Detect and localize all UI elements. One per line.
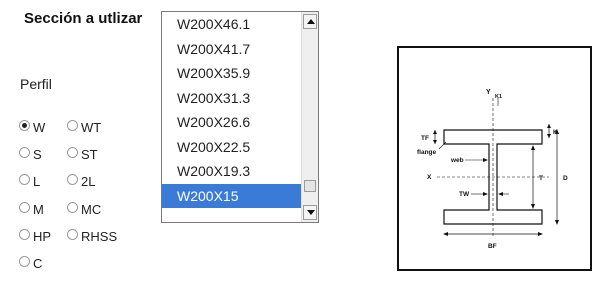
radio-l[interactable]: L	[19, 172, 41, 189]
radio-circle-icon[interactable]	[19, 256, 30, 267]
radio-label: ST	[81, 147, 98, 162]
radio-label: M	[33, 202, 44, 217]
radio-circle-icon[interactable]	[67, 202, 78, 213]
y-label: Y	[486, 89, 491, 96]
radio-wt[interactable]: WT	[67, 118, 102, 135]
scroll-thumb[interactable]	[304, 180, 316, 192]
arrow-down-icon	[307, 210, 315, 215]
radio-mc[interactable]: MC	[67, 200, 102, 217]
radio-2l[interactable]: 2L	[67, 172, 96, 189]
x-label: X	[427, 174, 432, 181]
web-label: web	[450, 157, 464, 164]
bf-label: BF	[488, 243, 497, 250]
section-list-item[interactable]: W200X35.9	[162, 61, 301, 86]
radio-label: 2L	[81, 174, 96, 189]
section-list-item[interactable]: W200X26.6	[162, 110, 301, 135]
radio-label: WT	[81, 120, 102, 135]
radio-circle-icon[interactable]	[67, 147, 78, 158]
section-list-item[interactable]: W200X22.5	[162, 135, 301, 160]
section-list-items: W200X46.1 W200X41.7 W200X35.9 W200X31.3 W200…	[162, 12, 301, 208]
k-label: K	[553, 129, 558, 136]
arrow-up-icon	[307, 19, 315, 24]
radio-label: C	[33, 256, 43, 271]
section-list-item[interactable]: W200X31.3	[162, 86, 301, 111]
radio-label: W	[33, 120, 46, 135]
radio-circle-icon[interactable]	[67, 174, 78, 185]
scroll-down-button[interactable]	[303, 205, 317, 220]
radio-label: HP	[33, 229, 52, 244]
radio-m[interactable]: M	[19, 200, 44, 217]
perfil-label: Perfil	[20, 76, 52, 92]
k1-label: K1	[495, 94, 502, 100]
section-diagram: Y K1 TF flange X web TW T K D BF	[397, 46, 592, 271]
section-list-item[interactable]: W200X15	[162, 183, 301, 208]
radio-circle-icon[interactable]	[19, 229, 30, 240]
radio-circle-icon[interactable]	[19, 202, 30, 213]
radio-label: MC	[81, 202, 102, 217]
section-list-item[interactable]: W200X41.7	[162, 37, 301, 62]
section-listbox[interactable]: W200X46.1 W200X41.7 W200X35.9 W200X31.3 W200…	[161, 11, 319, 223]
radio-label: S	[33, 147, 42, 162]
radio-circle-icon[interactable]	[67, 229, 78, 240]
radio-rhss[interactable]: RHSS	[67, 227, 118, 244]
radio-circle-icon[interactable]	[19, 147, 30, 158]
section-list-item[interactable]: W200X19.3	[162, 159, 301, 184]
radio-st[interactable]: ST	[67, 145, 98, 162]
radio-label: RHSS	[81, 229, 118, 244]
radio-hp[interactable]: HP	[19, 227, 52, 244]
section-title: Sección a utlizar	[24, 10, 143, 27]
i-beam-diagram: Y K1 TF flange X web TW T K D BF	[417, 89, 568, 250]
radio-label: L	[33, 174, 41, 189]
tf-label: TF	[421, 135, 429, 142]
radio-circle-icon[interactable]	[67, 120, 78, 131]
flange-label: flange	[417, 149, 437, 156]
listbox-scrollbar[interactable]	[301, 12, 318, 222]
d-label: D	[563, 175, 568, 182]
radio-s[interactable]: S	[19, 145, 42, 162]
radio-circle-icon[interactable]	[19, 120, 30, 131]
radio-c[interactable]: C	[19, 254, 43, 271]
radio-w[interactable]: W	[19, 118, 46, 135]
tw-label: TW	[459, 191, 470, 198]
flange-pointer	[438, 141, 447, 150]
t-label: T	[539, 175, 543, 182]
section-list-item[interactable]: W200X46.1	[162, 12, 301, 37]
scroll-up-button[interactable]	[303, 14, 317, 29]
radio-circle-icon[interactable]	[19, 174, 30, 185]
